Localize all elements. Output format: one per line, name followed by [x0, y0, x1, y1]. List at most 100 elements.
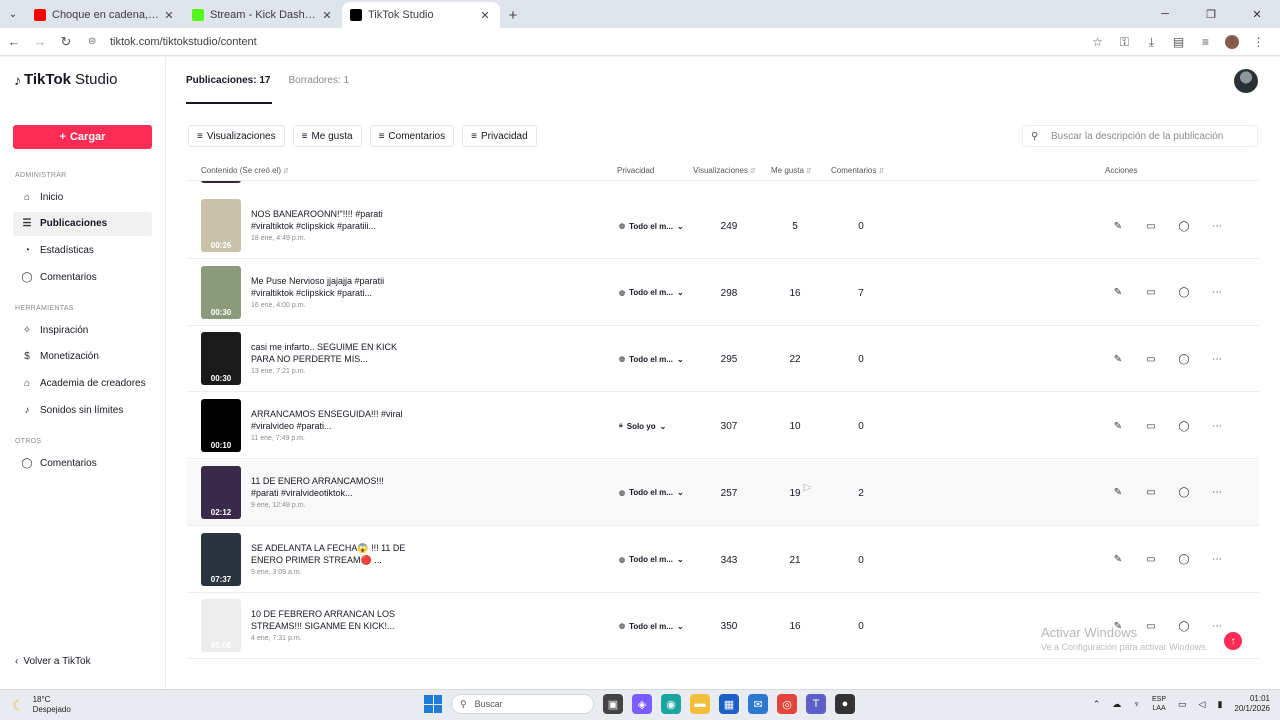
privacy-dropdown[interactable]: ◍ Todo el m... ⌄	[619, 219, 684, 233]
battery-icon[interactable]: ▮	[1217, 699, 1222, 710]
tray-chevron-icon[interactable]: ⌃	[1093, 699, 1101, 710]
comment-icon[interactable]: ◯	[1171, 282, 1197, 304]
privacy-dropdown[interactable]: ◍ Todo el m... ⌄	[619, 619, 684, 633]
chrome-icon[interactable]: ◎	[777, 694, 797, 714]
close-window-icon[interactable]: ✕	[1234, 0, 1280, 28]
tab-publicaciones[interactable]: Publicaciones: 17	[186, 75, 273, 104]
back-to-tiktok-link[interactable]: ‹ Volver a TikTok	[15, 656, 91, 667]
profile-avatar[interactable]: T	[1225, 35, 1239, 49]
more-options-icon[interactable]: ⋯	[1204, 482, 1230, 504]
video-title[interactable]: 10 DE FEBRERO ARRANCAN LOS STREAMS!!! SI…	[251, 608, 411, 632]
video-thumbnail[interactable]: 00:30	[201, 265, 241, 319]
privacy-dropdown[interactable]: ◍ Todo el m... ⌄	[619, 286, 684, 300]
cloud-icon[interactable]: ☁	[1112, 699, 1121, 710]
col-likes[interactable]: Me gusta ⇵	[771, 166, 812, 175]
file-explorer-icon[interactable]: ▬	[690, 694, 710, 714]
app-icon[interactable]: ●	[835, 694, 855, 714]
more-options-icon[interactable]: ⋯	[1204, 549, 1230, 571]
edit-pencil-icon[interactable]: ✎	[1105, 215, 1131, 237]
video-title[interactable]: casi me infarto.. SEGUIME EN KICK PARA N…	[251, 341, 411, 365]
site-info-icon[interactable]: ⊜	[88, 36, 100, 48]
password-key-icon[interactable]: ⚿	[1111, 35, 1138, 50]
language-indicator[interactable]: ESP LAA	[1152, 695, 1166, 713]
comment-icon[interactable]: ◯	[1171, 415, 1197, 437]
edit-pencil-icon[interactable]: ✎	[1105, 549, 1131, 571]
close-tab-icon[interactable]: ✕	[478, 9, 492, 22]
table-row[interactable]: 00:26 NOS BANEAROONN!"!!!! #parati #viral…	[187, 193, 1259, 259]
edit-pencil-icon[interactable]: ✎	[1105, 282, 1131, 304]
translate-icon[interactable]: ▤	[1165, 35, 1192, 49]
video-title[interactable]: ARRANCAMOS ENSEGUIDA!!! #viral #viralvid…	[251, 408, 411, 432]
browser-tab[interactable]: TikTok Studio ✕	[342, 2, 500, 28]
video-title[interactable]: Me Puse Nervioso jjajajja #paratii #vira…	[251, 275, 411, 299]
windows-start-icon[interactable]	[424, 695, 442, 713]
filter-views-button[interactable]: ≡ Visualizaciones	[188, 125, 285, 147]
table-row[interactable]: 00:30 casi me infarto.. SEGUIME EN KICK P…	[187, 326, 1259, 393]
outlook-icon[interactable]: ✉	[748, 694, 768, 714]
col-comments[interactable]: Comentarios ⇵	[831, 166, 884, 175]
close-tab-icon[interactable]: ✕	[320, 9, 334, 22]
edit-pencil-icon[interactable]: ✎	[1105, 348, 1131, 370]
col-views[interactable]: Visualizaciones ⇵	[693, 166, 756, 175]
privacy-dropdown[interactable]: ◍ Todo el m... ⌄	[619, 352, 684, 366]
comment-icon[interactable]: ◯	[1171, 348, 1197, 370]
sidebar-item-money[interactable]: $ Monetización	[13, 345, 152, 369]
taskbar-search[interactable]: ⚲ Buscar	[451, 694, 594, 714]
comment-icon[interactable]: ◯	[1171, 215, 1197, 237]
back-icon[interactable]: ←	[2, 30, 26, 54]
network-icon[interactable]: ▭	[1178, 699, 1187, 710]
analytics-icon[interactable]: ▭	[1138, 549, 1164, 571]
task-view-icon[interactable]: ▣	[603, 694, 623, 714]
user-avatar[interactable]	[1234, 69, 1258, 93]
weather-widget[interactable]: ☾ 18°C Despejado	[12, 695, 71, 715]
sidebar-item-stats[interactable]: ◔ Estadísticas	[13, 238, 152, 262]
video-thumbnail[interactable]: 00:30	[201, 332, 241, 386]
video-title[interactable]: NOS BANEAROONN!"!!!! #parati #viraltikto…	[251, 208, 411, 232]
teams-icon[interactable]: T	[806, 694, 826, 714]
comment-icon[interactable]: ◯	[1171, 482, 1197, 504]
tiktok-studio-logo[interactable]: ♪ TikTok Studio	[14, 71, 118, 88]
privacy-dropdown[interactable]: ◍ Todo el m... ⌄	[619, 486, 684, 500]
comment-icon[interactable]: ◯	[1171, 549, 1197, 571]
sidebar-item-music[interactable]: ♪ Sonidos sin límites	[13, 398, 152, 422]
reading-list-icon[interactable]: ≡	[1192, 35, 1219, 49]
scroll-top-button[interactable]: ↑	[1224, 632, 1242, 650]
video-title[interactable]: 11 DE ENERO ARRANCAMOS!!! #parati #viral…	[251, 475, 411, 499]
sidebar-item-academy[interactable]: ⌂ Academia de creadores	[13, 371, 152, 395]
table-row[interactable]: 07:37 SE ADELANTA LA FECHA😱 !!! 11 DE ENE…	[187, 527, 1259, 593]
privacy-dropdown[interactable]: ◍ Todo el m... ⌄	[619, 553, 684, 567]
sidebar-item-comment[interactable]: ◯ Comentarios	[13, 265, 152, 289]
edge-icon[interactable]: ◉	[661, 694, 681, 714]
video-title[interactable]: SE ADELANTA LA FECHA😱 !!! 11 DE ENERO PR…	[251, 542, 411, 566]
new-tab-icon[interactable]: +	[500, 2, 526, 28]
analytics-icon[interactable]: ▭	[1138, 215, 1164, 237]
more-options-icon[interactable]: ⋯	[1204, 348, 1230, 370]
video-thumbnail[interactable]: 02:12	[201, 465, 241, 519]
more-options-icon[interactable]: ⋯	[1204, 282, 1230, 304]
maximize-icon[interactable]: ❐	[1188, 0, 1234, 28]
analytics-icon[interactable]: ▭	[1138, 482, 1164, 504]
tab-search-icon[interactable]: ⌄	[0, 0, 26, 28]
close-tab-icon[interactable]: ✕	[162, 9, 176, 22]
edit-pencil-icon[interactable]: ✎	[1105, 415, 1131, 437]
upload-button[interactable]: + Cargar	[13, 125, 152, 149]
sidebar-item-feedback[interactable]: ◯ Comentarios	[13, 451, 152, 475]
sidebar-item-posts[interactable]: ☰ Publicaciones	[13, 211, 152, 236]
bookmark-star-icon[interactable]: ☆	[1084, 35, 1111, 49]
filter-privacy-button[interactable]: ≡ Privacidad	[462, 125, 537, 147]
forward-icon[interactable]: →	[28, 30, 52, 54]
volume-icon[interactable]: ◁	[1199, 699, 1206, 710]
analytics-icon[interactable]: ▭	[1138, 415, 1164, 437]
filter-likes-button[interactable]: ≡ Me gusta	[292, 125, 362, 147]
more-options-icon[interactable]: ⋯	[1204, 415, 1230, 437]
sidebar-item-home[interactable]: ⌂ Inicio	[13, 185, 152, 209]
privacy-dropdown[interactable]: 🔒︎ Solo yo ⌄	[619, 419, 666, 433]
table-row[interactable]: 02:12 11 DE ENERO ARRANCAMOS!!! #parati #…	[187, 459, 1259, 526]
menu-kebab-icon[interactable]: ⋮	[1245, 35, 1272, 49]
minimize-icon[interactable]: ─	[1142, 0, 1188, 28]
table-row[interactable]: 00:10 ARRANCAMOS ENSEGUIDA!!! #viral #vir…	[187, 393, 1259, 460]
browser-tab[interactable]: Choque en cadena, la JEEP de E✕	[26, 2, 184, 28]
table-row[interactable]: 00:30 Me Puse Nervioso jjajajja #paratii …	[187, 260, 1259, 326]
video-thumbnail[interactable]: 07:37	[201, 532, 241, 586]
more-options-icon[interactable]: ⋯	[1204, 215, 1230, 237]
